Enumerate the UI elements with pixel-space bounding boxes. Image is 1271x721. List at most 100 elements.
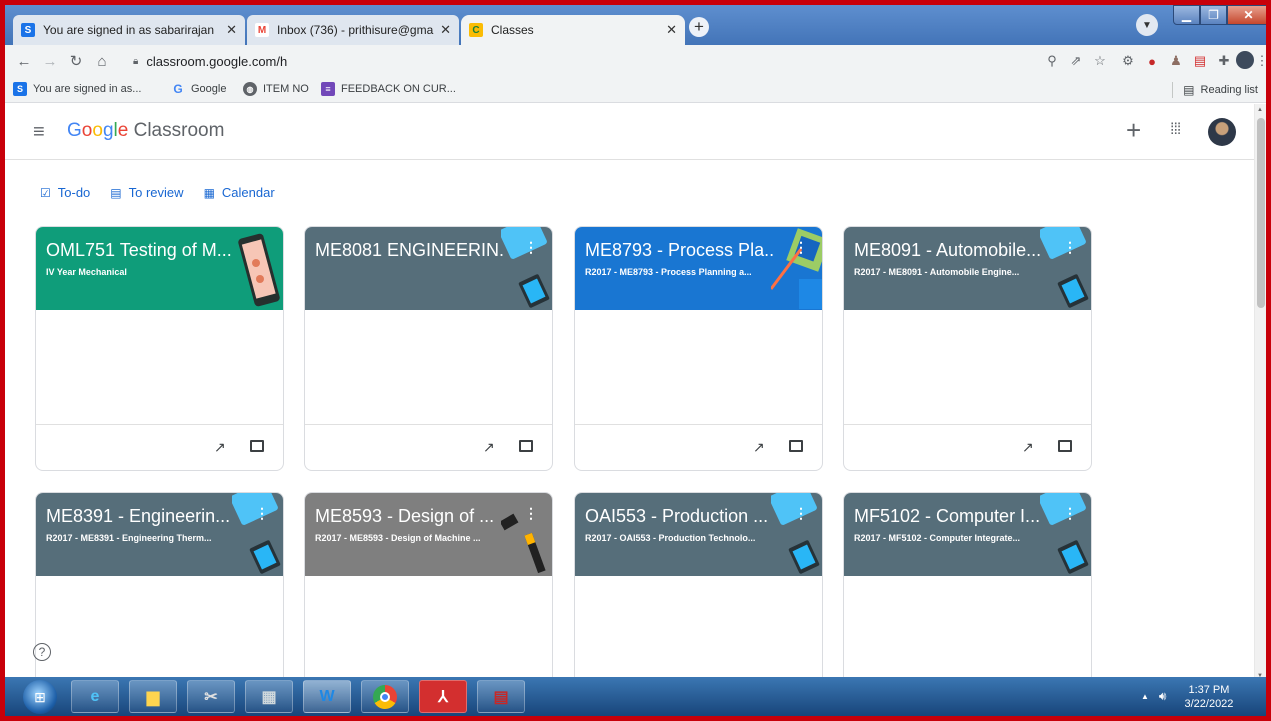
bookmark-signed-in[interactable]: S You are signed in as... xyxy=(13,82,141,96)
class-card[interactable]: ME8091 - Automobile... R2017 - ME8091 - … xyxy=(843,226,1092,471)
calendar-label: Calendar xyxy=(221,185,275,200)
clock[interactable]: 1:37 PM 3/22/2022 xyxy=(1184,683,1233,711)
class-title[interactable]: OAI553 - Production ... xyxy=(585,506,775,527)
class-title[interactable]: MF5102 - Computer I... xyxy=(854,506,1044,527)
card-more-icon[interactable]: ⋮ xyxy=(794,505,808,522)
home-icon[interactable]: ⌂ xyxy=(91,53,113,70)
help-icon[interactable]: ? xyxy=(33,643,51,661)
trending-icon[interactable]: ↗ xyxy=(214,439,226,456)
google-classroom-logo[interactable]: Google Classroom xyxy=(67,120,224,142)
class-title[interactable]: ME8091 - Automobile... xyxy=(854,240,1044,261)
chrome-icon[interactable] xyxy=(361,680,409,713)
extensions-puzzle-icon[interactable]: ✚ xyxy=(1214,51,1234,71)
hamburger-menu-icon[interactable]: ≡ xyxy=(33,121,45,144)
file-explorer-icon[interactable]: ▆ xyxy=(129,680,177,713)
close-window-button[interactable]: ✕ xyxy=(1227,5,1266,25)
scroll-thumb[interactable] xyxy=(1257,118,1265,308)
class-title[interactable]: ME8391 - Engineerin... xyxy=(46,506,236,527)
bookmark-item-no[interactable]: ◍ ITEM NO xyxy=(243,82,309,96)
extension-person-icon[interactable]: ♟ xyxy=(1166,51,1186,71)
bookmark-feedback[interactable]: ≡ FEEDBACK ON CUR... xyxy=(321,82,456,96)
card-more-icon[interactable]: ⋮ xyxy=(255,505,269,522)
card-more-icon[interactable]: ⋮ xyxy=(524,505,538,522)
tab-close-icon[interactable]: ✕ xyxy=(226,22,237,38)
class-card-header[interactable]: ME8391 - Engineerin... R2017 - ME8391 - … xyxy=(36,493,283,576)
acrobat-icon[interactable]: ⅄ xyxy=(419,680,467,713)
minimize-button[interactable]: ▁ xyxy=(1173,5,1200,25)
page-scrollbar[interactable]: ▲ ▼ xyxy=(1254,104,1266,682)
card-more-icon[interactable]: ⋮ xyxy=(1063,239,1077,256)
tab-classes[interactable]: C Classes ✕ xyxy=(461,15,685,45)
scroll-up-arrow-icon[interactable]: ▲ xyxy=(1257,107,1263,113)
back-arrow-icon[interactable]: ← xyxy=(13,53,35,70)
tab-search-chevron-icon[interactable]: ▼ xyxy=(1136,14,1158,36)
class-card[interactable]: ME8793 - Process Pla... R2017 - ME8793 -… xyxy=(574,226,823,471)
google-apps-icon[interactable]: ⁞⁞⁞ xyxy=(1170,121,1181,139)
class-title[interactable]: ME8081 ENGINEERIN... xyxy=(315,240,505,261)
account-avatar[interactable] xyxy=(1208,118,1236,146)
calculator-icon[interactable]: ▦ xyxy=(245,680,293,713)
folder-icon[interactable] xyxy=(250,440,264,452)
folder-icon[interactable] xyxy=(519,440,533,452)
tab-close-icon[interactable]: ✕ xyxy=(666,22,677,38)
calendar-link[interactable]: ▦ Calendar xyxy=(204,185,275,200)
class-title[interactable]: ME8793 - Process Pla... xyxy=(585,240,775,261)
extension-gear-icon[interactable]: ⚙ xyxy=(1118,51,1138,71)
show-hidden-icons-icon[interactable]: ▲ xyxy=(1141,692,1149,701)
maximize-button[interactable]: ❐ xyxy=(1200,5,1227,25)
winrar-icon[interactable]: ▤ xyxy=(477,680,525,713)
trending-icon[interactable]: ↗ xyxy=(483,439,495,456)
class-title[interactable]: ME8593 - Design of ... xyxy=(315,506,505,527)
extension-document-icon[interactable]: ▤ xyxy=(1190,51,1210,71)
class-card[interactable]: ME8081 ENGINEERIN... ⋮ ↗ xyxy=(304,226,553,471)
reading-list-label: Reading list xyxy=(1200,84,1258,96)
class-card[interactable]: OML751 Testing of M... IV Year Mechanica… xyxy=(35,226,284,471)
share-icon[interactable]: ⇗ xyxy=(1066,51,1086,71)
start-button[interactable]: ⊞ xyxy=(23,680,57,714)
new-tab-button[interactable]: + xyxy=(689,17,709,37)
word-icon[interactable]: W xyxy=(303,680,351,713)
calendar-icon: ▦ xyxy=(203,185,215,200)
folder-icon[interactable] xyxy=(1058,440,1072,452)
bookmark-google[interactable]: G Google xyxy=(171,82,226,96)
kebab-menu-icon[interactable]: ⋮ xyxy=(1252,51,1267,71)
class-title[interactable]: OML751 Testing of M... xyxy=(46,240,236,261)
gmail-favicon-icon: M xyxy=(255,23,269,37)
to-review-link[interactable]: ▤ To review xyxy=(110,185,183,200)
logo-letter: o xyxy=(81,120,93,141)
tab-inbox[interactable]: M Inbox (736) - prithisure@gmail.com ✕ xyxy=(247,15,459,45)
card-more-icon[interactable]: ⋮ xyxy=(1063,505,1077,522)
class-subtitle: R2017 - OAI553 - Production Technolo... xyxy=(585,533,756,543)
trending-icon[interactable]: ↗ xyxy=(1022,439,1034,456)
card-more-icon[interactable]: ⋮ xyxy=(794,239,808,256)
reload-icon[interactable]: ↻ xyxy=(65,52,87,70)
address-bar[interactable]: 🔒︎ classroom.google.com/h xyxy=(133,49,1036,73)
internet-explorer-icon[interactable]: e xyxy=(71,680,119,713)
bookmark-star-icon[interactable]: ☆ xyxy=(1090,51,1110,71)
todo-link[interactable]: ☑ To-do xyxy=(40,185,90,200)
card-more-icon[interactable]: ⋮ xyxy=(524,239,538,256)
class-card-header[interactable]: ME8793 - Process Pla... R2017 - ME8793 -… xyxy=(575,227,822,310)
snipping-tool-icon[interactable]: ✂ xyxy=(187,680,235,713)
extension-shield-icon[interactable]: ● xyxy=(1142,51,1162,71)
class-card-header[interactable]: OML751 Testing of M... IV Year Mechanica… xyxy=(36,227,283,310)
class-card-header[interactable]: ME8091 - Automobile... R2017 - ME8091 - … xyxy=(844,227,1091,310)
tab-signed-in[interactable]: S You are signed in as sabarirajan ✕ xyxy=(13,15,245,45)
forward-arrow-icon[interactable]: → xyxy=(39,53,61,70)
folder-icon[interactable] xyxy=(789,440,803,452)
bookmark-label: ITEM NO xyxy=(263,83,309,95)
class-card-header[interactable]: ME8081 ENGINEERIN... ⋮ xyxy=(305,227,552,310)
class-card-header[interactable]: MF5102 - Computer I... R2017 - MF5102 - … xyxy=(844,493,1091,576)
class-card-header[interactable]: ME8593 - Design of ... R2017 - ME8593 - … xyxy=(305,493,552,576)
trending-icon[interactable]: ↗ xyxy=(753,439,765,456)
tab-close-icon[interactable]: ✕ xyxy=(440,22,451,38)
clock-date: 3/22/2022 xyxy=(1184,697,1234,710)
class-card-header[interactable]: OAI553 - Production ... R2017 - OAI553 -… xyxy=(575,493,822,576)
add-class-button[interactable]: + xyxy=(1126,117,1141,143)
reading-list-button[interactable]: ▤ Reading list xyxy=(1172,82,1258,98)
reading-list-icon: ▤ xyxy=(1183,83,1195,97)
volume-icon[interactable]: 🔊︎ xyxy=(1159,689,1167,704)
globe-icon: ◍ xyxy=(243,82,257,96)
zoom-icon[interactable]: ⚲ xyxy=(1042,51,1062,71)
google-icon: G xyxy=(173,82,183,96)
